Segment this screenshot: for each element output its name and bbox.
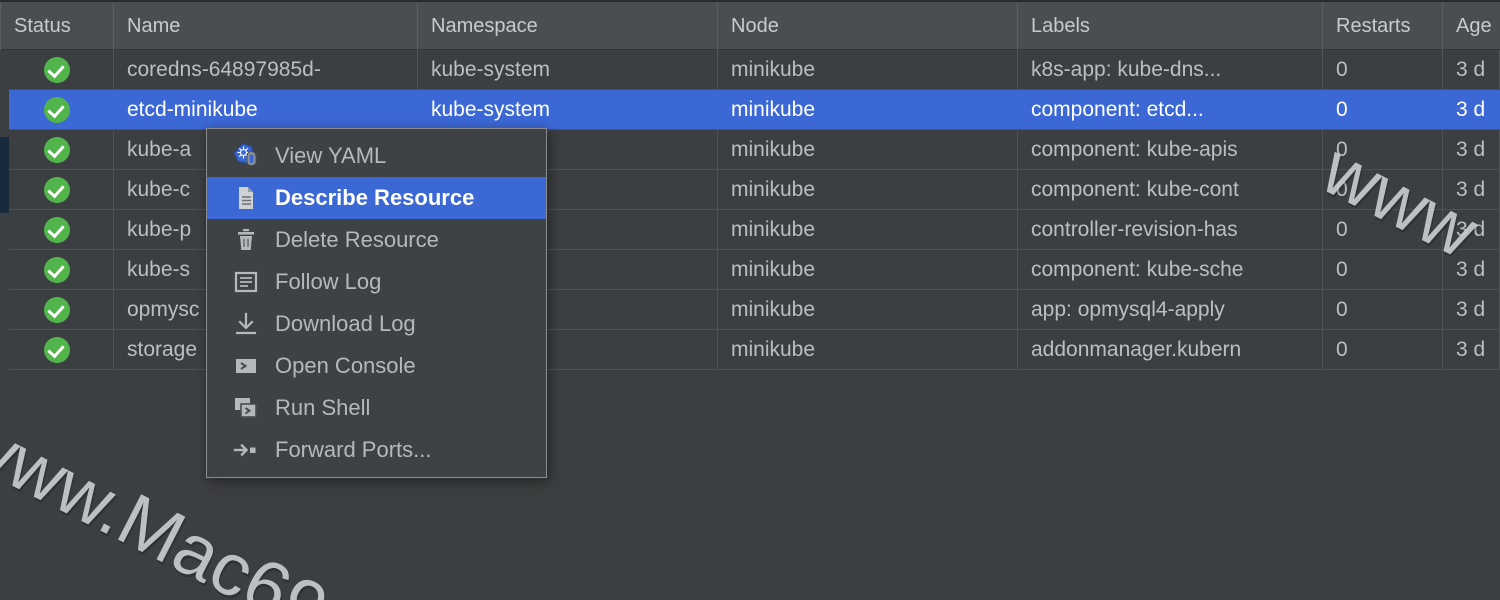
menu-item-label: Follow Log bbox=[275, 269, 382, 294]
cell-labels: component: kube-sche bbox=[1018, 250, 1323, 289]
vertical-scrollbar-thumb[interactable] bbox=[0, 137, 9, 213]
column-header-restarts[interactable]: Restarts bbox=[1323, 2, 1443, 50]
cell-node: minikube bbox=[718, 330, 1018, 369]
status-cell bbox=[0, 90, 114, 129]
ok-check-icon bbox=[43, 56, 70, 83]
menu-item-label: Describe Resource bbox=[275, 185, 475, 210]
cell-node: minikube bbox=[718, 90, 1018, 129]
context-menu: View YAML Describe Resource Delete Resourc… bbox=[206, 128, 547, 478]
cell-restarts: 0 bbox=[1323, 90, 1443, 129]
cell-age: 3 d bbox=[1443, 170, 1500, 209]
ok-check-icon bbox=[43, 336, 70, 363]
kubernetes-pods-table-view: Status Name Namespace Node Labels Restar… bbox=[0, 0, 1500, 600]
cell-restarts: 0 bbox=[1323, 50, 1443, 89]
cell-labels: app: opmysql4-apply bbox=[1018, 290, 1323, 329]
status-cell bbox=[0, 210, 114, 249]
cell-restarts: 0 bbox=[1323, 330, 1443, 369]
cell-age: 3 d bbox=[1443, 250, 1500, 289]
menu-item-run-shell[interactable]: Run Shell bbox=[207, 387, 546, 429]
cell-restarts: 0 bbox=[1323, 210, 1443, 249]
cell-age: 3 d bbox=[1443, 50, 1500, 89]
cell-restarts: 0 bbox=[1323, 130, 1443, 169]
menu-item-label: View YAML bbox=[275, 143, 387, 168]
vertical-scrollbar-track[interactable] bbox=[0, 50, 9, 376]
cell-namespace: kube-system bbox=[418, 50, 718, 89]
cell-age: 3 d bbox=[1443, 130, 1500, 169]
menu-item-forward-ports[interactable]: Forward Ports... bbox=[207, 429, 546, 471]
menu-item-download-log[interactable]: Download Log bbox=[207, 303, 546, 345]
menu-item-describe-resource[interactable]: Describe Resource bbox=[207, 177, 546, 219]
download-icon bbox=[231, 309, 261, 339]
column-header-status[interactable]: Status bbox=[0, 2, 114, 50]
menu-item-view-yaml[interactable]: View YAML bbox=[207, 135, 546, 177]
cell-age: 3 d bbox=[1443, 90, 1500, 129]
menu-item-label: Forward Ports... bbox=[275, 437, 432, 462]
cell-restarts: 0 bbox=[1323, 170, 1443, 209]
cell-labels: component: kube-apis bbox=[1018, 130, 1323, 169]
cell-name: etcd-minikube bbox=[114, 90, 418, 129]
menu-item-label: Run Shell bbox=[275, 395, 371, 420]
cell-node: minikube bbox=[718, 50, 1018, 89]
column-header-age[interactable]: Age bbox=[1443, 2, 1500, 50]
status-cell bbox=[0, 50, 114, 89]
cell-age: 3 d bbox=[1443, 330, 1500, 369]
ok-check-icon bbox=[43, 96, 70, 123]
cell-namespace: kube-system bbox=[418, 90, 718, 129]
status-cell bbox=[0, 330, 114, 369]
kubernetes-icon bbox=[231, 141, 261, 171]
menu-item-label: Download Log bbox=[275, 311, 416, 336]
ok-check-icon bbox=[43, 216, 70, 243]
console-icon bbox=[231, 351, 261, 381]
menu-item-delete-resource[interactable]: Delete Resource bbox=[207, 219, 546, 261]
cell-node: minikube bbox=[718, 210, 1018, 249]
ok-check-icon bbox=[43, 176, 70, 203]
cell-age: 3 d bbox=[1443, 210, 1500, 249]
status-cell bbox=[0, 290, 114, 329]
menu-item-open-console[interactable]: Open Console bbox=[207, 345, 546, 387]
cell-node: minikube bbox=[718, 170, 1018, 209]
cell-restarts: 0 bbox=[1323, 250, 1443, 289]
cell-age: 3 d bbox=[1443, 290, 1500, 329]
ok-check-icon bbox=[43, 296, 70, 323]
ok-check-icon bbox=[43, 256, 70, 283]
ok-check-icon bbox=[43, 136, 70, 163]
table-header-row: Status Name Namespace Node Labels Restar… bbox=[0, 2, 1500, 50]
cell-labels: controller-revision-has bbox=[1018, 210, 1323, 249]
status-cell bbox=[0, 170, 114, 209]
trash-icon bbox=[231, 225, 261, 255]
shell-icon bbox=[231, 393, 261, 423]
forward-ports-icon bbox=[231, 435, 261, 465]
menu-item-follow-log[interactable]: Follow Log bbox=[207, 261, 546, 303]
cell-node: minikube bbox=[718, 130, 1018, 169]
table-row[interactable]: etcd-minikube kube-system minikube componen… bbox=[0, 90, 1500, 130]
list-lines-icon bbox=[231, 267, 261, 297]
cell-node: minikube bbox=[718, 250, 1018, 289]
cell-labels: component: kube-cont bbox=[1018, 170, 1323, 209]
column-header-node[interactable]: Node bbox=[718, 2, 1018, 50]
document-icon bbox=[231, 183, 261, 213]
menu-item-label: Open Console bbox=[275, 353, 416, 378]
menu-item-label: Delete Resource bbox=[275, 227, 439, 252]
cell-node: minikube bbox=[718, 290, 1018, 329]
status-cell bbox=[0, 130, 114, 169]
cell-restarts: 0 bbox=[1323, 290, 1443, 329]
column-header-labels[interactable]: Labels bbox=[1018, 2, 1323, 50]
column-header-namespace[interactable]: Namespace bbox=[418, 2, 718, 50]
cell-name: coredns-64897985d- bbox=[114, 50, 418, 89]
cell-labels: k8s-app: kube-dns... bbox=[1018, 50, 1323, 89]
status-cell bbox=[0, 250, 114, 289]
table-row[interactable]: coredns-64897985d-kube-system minikube k8s… bbox=[0, 50, 1500, 90]
cell-labels: component: etcd... bbox=[1018, 90, 1323, 129]
cell-labels: addonmanager.kubern bbox=[1018, 330, 1323, 369]
column-header-name[interactable]: Name bbox=[114, 2, 418, 50]
